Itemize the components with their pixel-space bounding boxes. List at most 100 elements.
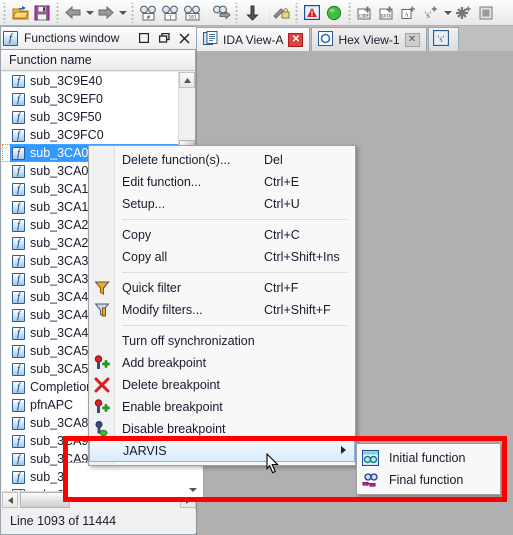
tab-close-icon[interactable]: ✕: [288, 32, 304, 47]
make-code-icon[interactable]: CODE: [354, 2, 376, 24]
initial-function-icon: [361, 450, 379, 466]
menu-add-breakpoint[interactable]: Add breakpoint: [89, 352, 355, 374]
disable-breakpoint-icon: [93, 420, 111, 438]
tab-strings-view[interactable]: 's': [427, 27, 459, 51]
function-icon: f: [12, 254, 25, 268]
functions-window-title: Functions window: [24, 31, 120, 45]
menu-quick-filter[interactable]: Quick filter Ctrl+F: [89, 277, 355, 299]
delete-breakpoint-icon: [93, 376, 111, 394]
function-list-item[interactable]: f sub_3C9F50: [2, 108, 180, 126]
toolbar-separator: [206, 3, 207, 22]
function-icon: f: [12, 182, 25, 196]
back-dropdown-icon[interactable]: [84, 2, 95, 24]
make-data-icon[interactable]: DATA: [376, 2, 398, 24]
submenu-item-label: Initial function: [389, 451, 466, 465]
function-list-item[interactable]: f sub_3C9EF0: [2, 90, 180, 108]
menu-separator: [122, 272, 347, 273]
view-tab-strip: IDA View-A ✕ Hex View-1 ✕ 's': [196, 26, 513, 51]
close-button[interactable]: [174, 28, 194, 48]
function-icon: f: [12, 74, 25, 88]
menu-edit-function[interactable]: Edit function... Ctrl+E: [89, 171, 355, 193]
function-icon: f: [12, 470, 25, 484]
step-down-icon[interactable]: [241, 2, 263, 24]
maximize-button[interactable]: [134, 28, 154, 48]
menu-enable-breakpoint[interactable]: Enable breakpoint: [89, 396, 355, 418]
menu-jarvis[interactable]: JARVIS: [89, 440, 355, 462]
svg-text:CODE: CODE: [358, 13, 369, 18]
function-icon: f: [12, 272, 25, 286]
search-sequence-icon[interactable]: 101: [181, 2, 203, 24]
restore-button[interactable]: [154, 28, 174, 48]
submenu-arrow-icon: [341, 446, 346, 456]
toolbar-grip[interactable]: [1, 2, 8, 23]
functions-window-icon: f: [3, 30, 18, 46]
mouse-cursor: [266, 452, 280, 477]
search-text-icon[interactable]: T: [159, 2, 181, 24]
function-icon: f: [12, 92, 25, 106]
submenu-item-label: Final function: [389, 473, 464, 487]
make-array-icon[interactable]: A: [398, 2, 420, 24]
no-debugger-icon[interactable]: [270, 2, 292, 24]
toolbar-grip-4[interactable]: [233, 2, 240, 23]
save-icon[interactable]: [31, 2, 53, 24]
make-string-dropdown-icon[interactable]: [442, 2, 453, 24]
menu-copy-all[interactable]: Copy all Ctrl+Shift+Ins: [89, 246, 355, 268]
menu-setup[interactable]: Setup... Ctrl+U: [89, 193, 355, 215]
tab-close-icon[interactable]: ✕: [404, 32, 420, 47]
hscroll-thumb[interactable]: [20, 492, 70, 508]
menu-item-label: Delete breakpoint: [122, 378, 220, 392]
enable-breakpoint-icon: [93, 398, 111, 416]
add-breakpoint-icon: [93, 354, 111, 372]
toolbar-grip-6[interactable]: [346, 2, 353, 23]
back-arrow-icon[interactable]: [62, 2, 84, 24]
warning-icon[interactable]: [301, 2, 323, 24]
menu-copy[interactable]: Copy Ctrl+C: [89, 224, 355, 246]
search-code-icon[interactable]: #: [137, 2, 159, 24]
function-list-item[interactable]: f sub_3C9E40: [2, 72, 180, 90]
toolbar-grip-2[interactable]: [54, 2, 61, 23]
quick-filter-combo[interactable]: [64, 462, 204, 500]
chevron-down-icon[interactable]: [185, 482, 201, 497]
tab-ida-view-a[interactable]: IDA View-A ✕: [196, 27, 311, 51]
menu-item-label: JARVIS: [123, 444, 167, 458]
function-icon: f: [12, 164, 25, 178]
misc-icon[interactable]: [475, 2, 497, 24]
forward-dropdown-icon[interactable]: [117, 2, 128, 24]
jarvis-submenu: Initial function Final function: [356, 443, 501, 495]
menu-item-label: Disable breakpoint: [122, 422, 226, 436]
function-name-label: sub_3C9EF0: [30, 92, 103, 106]
svg-text:#: #: [146, 14, 149, 20]
function-list-item[interactable]: f sub_3C9FC0: [2, 126, 180, 144]
function-name-label: sub_3C9F50: [30, 110, 102, 124]
menu-disable-breakpoint[interactable]: Disable breakpoint: [89, 418, 355, 440]
menu-delete-functions[interactable]: Delete function(s)... Del: [89, 149, 355, 171]
function-name-column-header[interactable]: Function name: [1, 50, 195, 71]
function-icon: f: [12, 128, 25, 142]
submenu-final-function[interactable]: Final function: [357, 469, 500, 491]
forward-arrow-icon[interactable]: [95, 2, 117, 24]
strings-view-icon: 's': [432, 29, 449, 49]
menu-turn-off-synchronization[interactable]: Turn off synchronization: [89, 330, 355, 352]
function-icon: f: [12, 416, 25, 430]
menu-delete-breakpoint[interactable]: Delete breakpoint: [89, 374, 355, 396]
open-folder-icon[interactable]: [9, 2, 31, 24]
toolbar-grip-3[interactable]: [129, 2, 136, 23]
menu-item-label: Copy all: [122, 250, 168, 264]
run-icon[interactable]: [323, 2, 345, 24]
menu-separator: [122, 325, 347, 326]
ida-view-icon: [203, 30, 218, 49]
menu-item-label: Modify filters...: [122, 303, 203, 317]
jump-icon[interactable]: [210, 2, 232, 24]
hex-view-icon: [318, 30, 334, 49]
scroll-up-button[interactable]: [179, 72, 195, 88]
tab-hex-view-1[interactable]: Hex View-1 ✕: [311, 27, 427, 51]
function-name-label: sub_3C9FC0: [30, 128, 104, 142]
submenu-initial-function[interactable]: Initial function: [357, 447, 500, 469]
menu-item-label: Edit function...: [122, 175, 202, 189]
undefine-icon[interactable]: [453, 2, 475, 24]
menu-modify-filters[interactable]: Modify filters... Ctrl+Shift+F: [89, 299, 355, 321]
toolbar-grip-5[interactable]: [293, 2, 300, 23]
function-icon: f: [12, 218, 25, 232]
scroll-left-button[interactable]: [2, 492, 18, 508]
make-string-icon[interactable]: 's': [420, 2, 442, 24]
